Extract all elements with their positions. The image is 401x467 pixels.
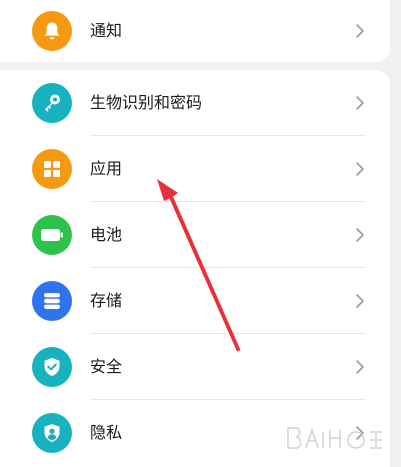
chevron-right-icon xyxy=(356,96,364,110)
chevron-right-icon xyxy=(356,162,364,176)
battery-icon xyxy=(32,215,72,255)
chevron-right-icon xyxy=(356,24,364,38)
storage-icon xyxy=(32,281,72,321)
settings-item-security[interactable]: 安全 xyxy=(0,334,390,400)
settings-group-main: 生物识别和密码 应用 电池 存储 安全 隐私 xyxy=(0,70,390,467)
settings-group-top: 通知 xyxy=(0,0,390,62)
key-icon xyxy=(32,83,72,123)
settings-item-label: 存储 xyxy=(90,291,123,310)
privacy-shield-icon xyxy=(32,413,72,453)
chevron-right-icon xyxy=(356,426,364,440)
settings-item-notifications[interactable]: 通知 xyxy=(0,0,390,64)
shield-check-icon xyxy=(32,347,72,387)
apps-grid-icon xyxy=(32,149,72,189)
settings-item-label: 安全 xyxy=(90,357,123,376)
chevron-right-icon xyxy=(356,228,364,242)
settings-item-label: 应用 xyxy=(90,159,123,178)
settings-item-storage[interactable]: 存储 xyxy=(0,268,390,334)
settings-item-label: 隐私 xyxy=(90,423,123,442)
settings-item-label: 生物识别和密码 xyxy=(90,93,203,112)
settings-item-label: 电池 xyxy=(90,225,123,244)
bell-icon xyxy=(32,11,72,51)
settings-item-label: 通知 xyxy=(90,21,123,40)
settings-item-biometrics-password[interactable]: 生物识别和密码 xyxy=(0,70,390,136)
settings-item-battery[interactable]: 电池 xyxy=(0,202,390,268)
settings-item-apps[interactable]: 应用 xyxy=(0,136,390,202)
right-edge-strip xyxy=(390,0,401,467)
settings-item-privacy[interactable]: 隐私 xyxy=(0,400,390,466)
chevron-right-icon xyxy=(356,360,364,374)
chevron-right-icon xyxy=(356,294,364,308)
